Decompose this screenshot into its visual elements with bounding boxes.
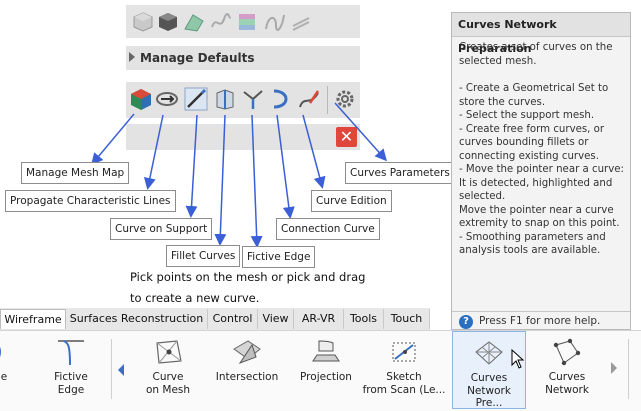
curve-on-mesh-icon <box>156 340 182 364</box>
manage-defaults-section[interactable]: Manage Defaults <box>126 46 360 70</box>
curves-network-label-1: Curves <box>548 371 586 383</box>
green-mesh-icon[interactable] <box>183 11 205 33</box>
partial-command[interactable]: e <box>0 331 14 409</box>
tab-tools[interactable]: Tools <box>344 309 384 329</box>
curves-network-preparation-icon <box>475 341 503 365</box>
curves-network-command[interactable]: Curves Network <box>534 331 600 409</box>
partial-command-label: e <box>0 371 8 383</box>
callout-curves-parameters: Curves Parameters <box>345 162 455 184</box>
projection-command[interactable]: Projection <box>292 331 360 409</box>
curves-network-pre-label-2: Network Pre... <box>467 384 511 410</box>
manage-defaults-label: Manage Defaults <box>140 51 255 65</box>
callout-manage-mesh-map: Manage Mesh Map <box>21 162 130 184</box>
color-map-icon[interactable] <box>236 11 258 33</box>
sketch-label-1: Sketch <box>386 371 422 383</box>
sketch-label-2: from Scan (Le... <box>362 383 446 396</box>
command-ribbon: e Fictive Edge Curve on Mesh Intersection <box>0 330 641 411</box>
help-body: Creates a set of curves on the selected … <box>459 41 629 258</box>
ribbon-separator-right <box>628 339 629 399</box>
help-question-icon: ? <box>459 315 473 329</box>
callout-fictive-edge: Fictive Edge <box>242 246 316 268</box>
tab-surfaces-reconstruction[interactable]: Surfaces Reconstruction <box>66 309 208 329</box>
callout-propagate-characteristic-lines: Propagate Characteristic Lines <box>5 190 176 212</box>
projection-icon <box>312 340 340 362</box>
curve-edition-icon[interactable] <box>298 87 322 111</box>
curve-on-mesh-label-1: Curve <box>152 371 184 383</box>
fictive-edge-icon[interactable] <box>241 87 265 111</box>
help-panel: Curves Network Preparation Creates a set… <box>451 12 631 330</box>
sketch-from-scan-command[interactable]: Sketch from Scan (Le... <box>362 331 446 409</box>
diagonal-lines-icon[interactable] <box>290 11 312 33</box>
instruction-line-2: to create a new curve. <box>130 291 260 305</box>
gear-icon[interactable] <box>333 87 357 111</box>
ribbon-separator <box>111 339 112 399</box>
fictive-edge-command[interactable]: Fictive Edge <box>46 331 96 409</box>
tab-view[interactable]: View <box>258 309 294 329</box>
toolbar-separator <box>327 86 328 114</box>
intersection-command[interactable]: Intersection <box>212 331 282 409</box>
mesh-cube-icon[interactable] <box>132 11 154 33</box>
curves-network-icon <box>553 338 581 366</box>
fillet-curves-icon[interactable] <box>213 87 237 111</box>
sketch-from-scan-icon <box>392 342 416 362</box>
tab-touch[interactable]: Touch <box>384 309 430 329</box>
tab-control[interactable]: Control <box>208 309 258 329</box>
workbench-tabs: Wireframe Surfaces Reconstruction Contro… <box>0 308 430 330</box>
curves-tools-bar <box>126 82 360 118</box>
curves-network-pre-label-1: Curves <box>470 372 508 384</box>
fictive-edge-label-1: Fictive <box>54 371 88 383</box>
mouse-pointer-icon <box>511 349 525 369</box>
intersection-label: Intersection <box>215 371 279 383</box>
instruction-line-1: Pick points on the mesh or pick and drag <box>130 270 366 284</box>
close-bar: ✕ <box>126 124 360 150</box>
curve-on-mesh-command[interactable]: Curve on Mesh <box>136 331 200 409</box>
callout-curve-on-support: Curve on Support <box>110 218 213 240</box>
callout-connection-curve: Connection Curve <box>276 218 380 240</box>
fictive-edge-command-icon <box>58 340 84 366</box>
black-box-icon[interactable] <box>157 11 179 33</box>
intersection-icon <box>233 340 261 365</box>
projection-label: Projection <box>300 371 352 383</box>
propagate-lines-icon[interactable] <box>155 87 179 111</box>
partial-command-icon <box>0 347 1 357</box>
curve-on-mesh-label-2: on Mesh <box>145 383 191 396</box>
ribbon-scroll-right-icon[interactable] <box>609 361 619 375</box>
help-intro: Creates a set of curves on the selected … <box>459 42 613 67</box>
curve-trace-icon[interactable] <box>264 11 286 33</box>
curves-network-label-2: Network <box>545 383 589 396</box>
curve-on-support-icon[interactable] <box>184 87 208 111</box>
close-button[interactable]: ✕ <box>336 127 357 147</box>
connection-curve-icon[interactable] <box>268 87 292 111</box>
fictive-edge-label-2: Edge <box>57 383 85 396</box>
wave-curve-icon[interactable] <box>210 11 232 33</box>
ribbon-scroll-left-icon[interactable] <box>116 363 126 377</box>
callout-curve-edition: Curve Edition <box>311 190 392 212</box>
tab-ar-vr[interactable]: AR-VR <box>294 309 344 329</box>
manage-mesh-map-icon[interactable] <box>129 87 153 111</box>
curves-network-preparation-command[interactable]: Curves Network Pre... <box>452 331 526 409</box>
help-bullets: - Create a Geometrical Set to store the … <box>459 83 624 256</box>
help-title: Curves Network Preparation <box>452 13 630 55</box>
callout-fillet-curves: Fillet Curves <box>166 245 241 267</box>
help-footer-text: Press F1 for more help. <box>479 315 601 327</box>
expand-triangle-icon[interactable] <box>129 52 135 62</box>
tab-wireframe[interactable]: Wireframe <box>0 309 66 329</box>
mesh-toolbar-row <box>126 5 360 38</box>
help-footer[interactable]: ? Press F1 for more help. <box>452 311 630 331</box>
